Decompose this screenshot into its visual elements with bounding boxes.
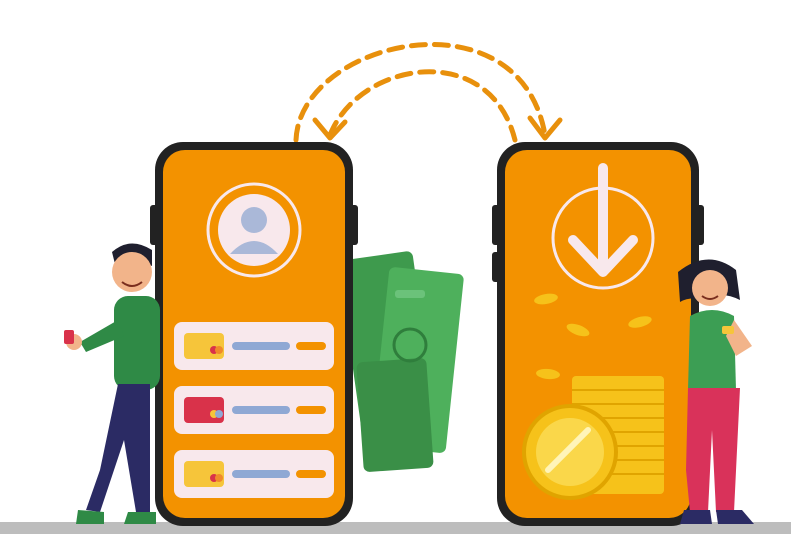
- card-chip-yellow-icon: [184, 333, 224, 359]
- card-row-2[interactable]: [174, 386, 334, 434]
- phone-in-hand-icon: [722, 326, 734, 334]
- dashed-exchange-arrows-icon: [293, 42, 548, 143]
- phone-in-hand-icon: [64, 330, 74, 344]
- left-phone: [150, 142, 358, 526]
- right-phone: [492, 142, 704, 526]
- card-row-1[interactable]: [174, 322, 334, 370]
- card-row-3[interactable]: [174, 450, 334, 498]
- arrowheads: [312, 115, 563, 141]
- cash-stack: [338, 251, 464, 472]
- money-transfer-illustration: [0, 42, 791, 534]
- user-avatar-icon: [206, 182, 302, 278]
- card-chip-yellow-icon: [184, 461, 224, 487]
- card-chip-red-icon: [184, 397, 224, 423]
- man-figure: [64, 243, 160, 524]
